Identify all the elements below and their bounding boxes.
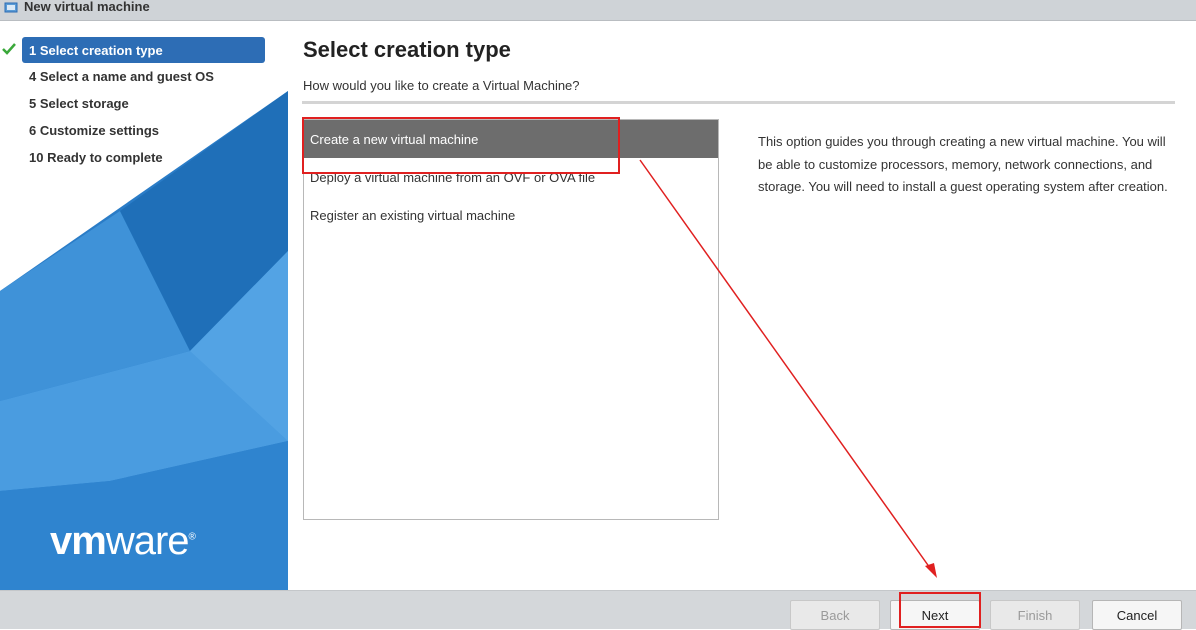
wizard-footer: Back Next Finish Cancel	[0, 590, 1196, 630]
window-title: New virtual machine	[24, 0, 150, 14]
page-subtitle: How would you like to create a Virtual M…	[303, 78, 580, 93]
wizard-step-label: 1 Select creation type	[29, 42, 163, 58]
wizard-step-customize-settings[interactable]: 6 Customize settings	[0, 117, 288, 144]
wizard-step-select-creation-type[interactable]: 1 Select creation type	[2, 37, 265, 63]
cancel-button[interactable]: Cancel	[1092, 600, 1182, 630]
wizard-content: Select creation type How would you like …	[288, 21, 1196, 590]
vmware-logo: vmware®	[50, 519, 196, 563]
title-bar: New virtual machine	[0, 0, 1196, 21]
creation-type-list[interactable]: Create a new virtual machine Deploy a vi…	[303, 119, 719, 520]
option-register-existing-vm[interactable]: Register an existing virtual machine	[304, 196, 718, 234]
annotation-highlight-option	[302, 117, 620, 174]
wizard-sidebar: 1 Select creation type 4 Select a name a…	[0, 21, 288, 590]
wizard-steps: 1 Select creation type 4 Select a name a…	[0, 37, 288, 171]
wizard-step-label: 4 Select a name and guest OS	[29, 69, 214, 84]
annotation-highlight-next	[899, 592, 981, 628]
option-description: This option guides you through creating …	[758, 134, 1168, 194]
checkmark-icon	[2, 42, 16, 56]
wizard-step-label: 10 Ready to complete	[29, 150, 163, 165]
finish-button[interactable]: Finish	[990, 600, 1080, 630]
wizard-step-label: 5 Select storage	[29, 96, 129, 111]
page-title: Select creation type	[303, 37, 511, 62]
vm-window-icon	[4, 1, 18, 13]
wizard-step-name-guest-os[interactable]: 4 Select a name and guest OS	[0, 63, 288, 90]
wizard-step-label: 6 Customize settings	[29, 123, 160, 138]
wizard-step-select-storage[interactable]: 5 Select storage	[0, 90, 288, 117]
back-button[interactable]: Back	[790, 600, 880, 630]
divider	[302, 101, 1175, 104]
option-label: Register an existing virtual machine	[310, 207, 516, 223]
wizard-step-ready-to-complete[interactable]: 10 Ready to complete	[0, 144, 288, 171]
